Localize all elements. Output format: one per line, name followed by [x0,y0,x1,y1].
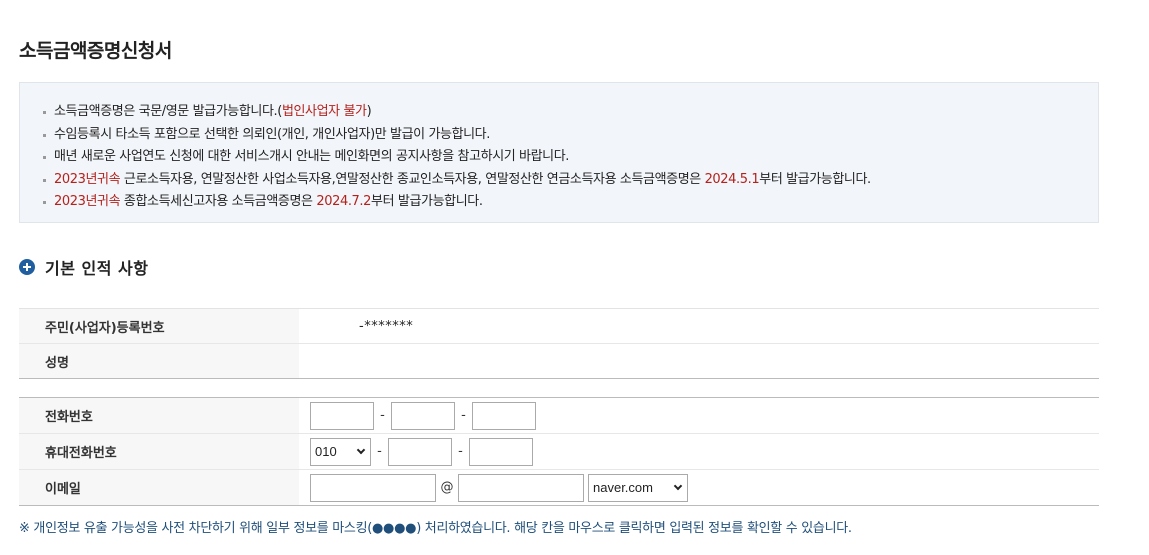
mobile-prefix-value: 010 [315,444,337,459]
identity-table: 주민(사업자)등록번호 -******* 성명 [19,308,1099,379]
email-domain-select[interactable]: naver.com [588,473,688,502]
notice-box: 소득금액증명은 국문/영문 발급가능합니다.(법인사업자 불가) 수임등록시 타… [19,82,1099,223]
email-label: 이메일 [19,469,299,506]
section-header: 기본 인적 사항 [19,255,148,279]
dash-separator: - [380,408,385,423]
notice-item: 2023년귀속 종합소득세신고자용 소득금액증명은 2024.7.2부터 발급가… [40,191,1098,214]
contact-table: 전화번호 - - 휴대전화번호 010 - - 이메일 @ naver.com [19,397,1099,506]
table-row: 성명 [19,343,1099,379]
email-domain-input[interactable] [458,473,584,502]
phone-area-input[interactable] [310,401,374,430]
mobile-last-input[interactable] [469,437,533,466]
notice-item: 소득금액증명은 국문/영문 발급가능합니다.(법인사업자 불가) [40,101,1098,124]
table-row: 주민(사업자)등록번호 -******* [19,308,1099,344]
table-row: 이메일 @ naver.com [19,469,1099,506]
notice-item: 2023년귀속 근로소득자용, 연말정산한 사업소득자용,연말정산한 종교인소득… [40,169,1098,192]
chevron-down-icon [356,445,366,455]
section-title: 기본 인적 사항 [45,259,149,278]
phone-last-input[interactable] [472,401,536,430]
page-title: 소득금액증명신청서 [19,40,172,62]
name-label: 성명 [19,343,299,379]
plus-circle-icon [19,259,35,275]
at-sign: @ [440,480,454,495]
table-row: 휴대전화번호 010 - - [19,433,1099,470]
notice-item: 수임등록시 타소득 포함으로 선택한 의뢰인(개인, 개인사업자)만 발급이 가… [40,124,1098,147]
mobile-label: 휴대전화번호 [19,433,299,470]
dash-separator: - [461,408,466,423]
dash-separator: - [377,444,382,459]
notice-list: 소득금액증명은 국문/영문 발급가능합니다.(법인사업자 불가) 수임등록시 타… [40,101,1098,214]
masking-footnote: ※ 개인정보 유출 가능성을 사전 차단하기 위해 일부 정보를 마스킹(●●●… [19,521,852,536]
mobile-middle-input[interactable] [388,437,452,466]
registration-number-label: 주민(사업자)등록번호 [19,308,299,344]
registration-number-value[interactable]: -******* [299,308,1099,344]
email-id-input[interactable] [310,473,436,502]
phone-label: 전화번호 [19,397,299,434]
chevron-down-icon [673,481,683,491]
phone-middle-input[interactable] [391,401,455,430]
name-value[interactable] [299,344,1099,379]
notice-item: 매년 새로운 사업연도 신청에 대한 서비스개시 안내는 메인화면의 공지사항을… [40,146,1098,169]
email-domain-value: naver.com [593,480,653,495]
table-row: 전화번호 - - [19,397,1099,434]
dash-separator: - [458,444,463,459]
mobile-prefix-select[interactable]: 010 [310,437,371,466]
